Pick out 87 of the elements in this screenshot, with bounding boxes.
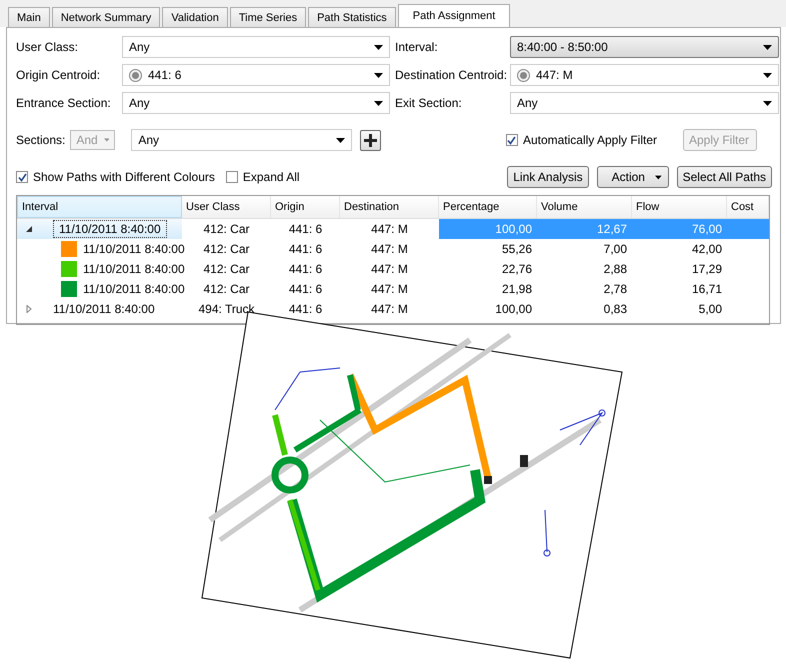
tab[interactable]: Network Summary [52,7,160,27]
table-cell: 494: Truck [198,302,255,316]
table-cell: 16,71 [692,282,722,296]
table-cell: 0,83 [604,302,627,316]
table-cell: 21,98 [502,282,532,296]
tab[interactable]: Path Statistics [308,7,396,27]
menu-button[interactable]: Action [596,166,669,188]
table-cell: 17,29 [692,262,722,276]
table-cell: 412: Car [203,222,250,236]
table-cell: 447: M [371,262,408,276]
column-header[interactable]: Volume [537,196,632,218]
column-header[interactable]: Flow [632,196,727,218]
field-label: Sections: [16,133,66,147]
table-cell: 12,67 [596,222,627,236]
column-header[interactable]: Interval [17,196,182,218]
caret-icon [763,44,772,50]
field-label: Exit Section: [395,96,463,110]
tab[interactable]: Main [8,7,50,27]
dropdown[interactable]: Any [510,92,779,114]
table-cell: 441: 6 [288,282,322,296]
checkbox-label: Show Paths with Different Colours [33,170,215,184]
sections-dropdown[interactable]: Any [131,129,352,151]
table-cell: 441: 6 [288,242,322,256]
caret-icon [374,100,383,106]
tab[interactable]: Time Series [230,7,306,27]
table-cell: 11/10/2011 8:40:00 [53,220,167,238]
column-header[interactable]: Cost [727,196,769,218]
table-cell: 100,00 [495,302,532,316]
caret-icon [374,44,383,50]
tab[interactable]: Validation [162,7,228,27]
column-header[interactable]: Percentage [439,196,537,218]
centroid-icon [129,68,142,82]
table-cell: 441: 6 [288,302,322,316]
checkbox-label: Expand All [242,170,300,184]
checkbox[interactable] [226,171,238,183]
caret-icon [104,138,110,142]
table-cell: 11/10/2011 8:40:00 [83,262,185,276]
tab[interactable]: Path Assignment [398,4,510,27]
dropdown[interactable]: 8:40:00 - 8:50:00 [510,36,779,58]
table-cell: 2,88 [604,262,627,276]
table-cell: 7,00 [604,242,627,256]
add-button[interactable] [360,130,382,150]
plus-icon [364,134,378,146]
table-cell: 11/10/2011 8:40:00 [83,242,185,256]
table-cell: 2,78 [604,282,627,296]
table-cell: 447: M [371,302,408,316]
checkbox[interactable] [506,134,518,146]
caret-icon [763,100,772,106]
column-header[interactable]: Origin [271,196,340,218]
dropdown[interactable]: 447: M [510,64,779,86]
dropdown[interactable]: Any [122,36,390,58]
table-cell: 412: Car [203,262,250,276]
table-cell: 11/10/2011 8:40:00 [53,302,155,316]
table-cell: 22,76 [502,262,532,276]
caret-icon [763,72,772,78]
checkbox[interactable] [16,171,28,183]
table-cell: 412: Car [203,282,250,296]
expand-icon[interactable] [25,305,33,313]
table-cell: 412: Car [203,242,250,256]
field-label: Entrance Section: [16,96,112,110]
table-cell: 76,00 [692,222,722,236]
field-label: Interval: [395,40,439,54]
table-cell: 441: 6 [288,262,322,276]
button[interactable]: Link Analysis [507,166,589,188]
table-cell: 441: 6 [288,222,322,236]
table-cell: 55,26 [502,242,532,256]
caret-icon [336,138,346,142]
caret-icon [374,72,383,78]
column-header[interactable]: User Class [182,196,271,218]
table-cell: 447: M [371,282,408,296]
table-cell: 447: M [371,222,408,236]
centroid-icon [517,68,530,82]
table-cell: 5,00 [698,302,722,316]
collapse-icon[interactable] [25,225,33,233]
table-cell: 100,00 [495,222,532,236]
table-cell: 11/10/2011 8:40:00 [83,282,185,296]
button[interactable]: Select All Paths [676,166,772,188]
dropdown[interactable]: 441: 6 [122,64,390,86]
checkbox-label: Automatically Apply Filter [522,133,657,147]
field-label: User Class: [16,40,80,54]
field-label: Origin Centroid: [16,68,102,82]
field-label: Destination Centroid: [395,68,505,82]
caret-icon [654,174,662,180]
column-header[interactable]: Destination [340,196,439,218]
table-cell: 42,00 [692,242,722,256]
dropdown[interactable]: Any [122,92,390,114]
table-cell: 447: M [371,242,408,256]
